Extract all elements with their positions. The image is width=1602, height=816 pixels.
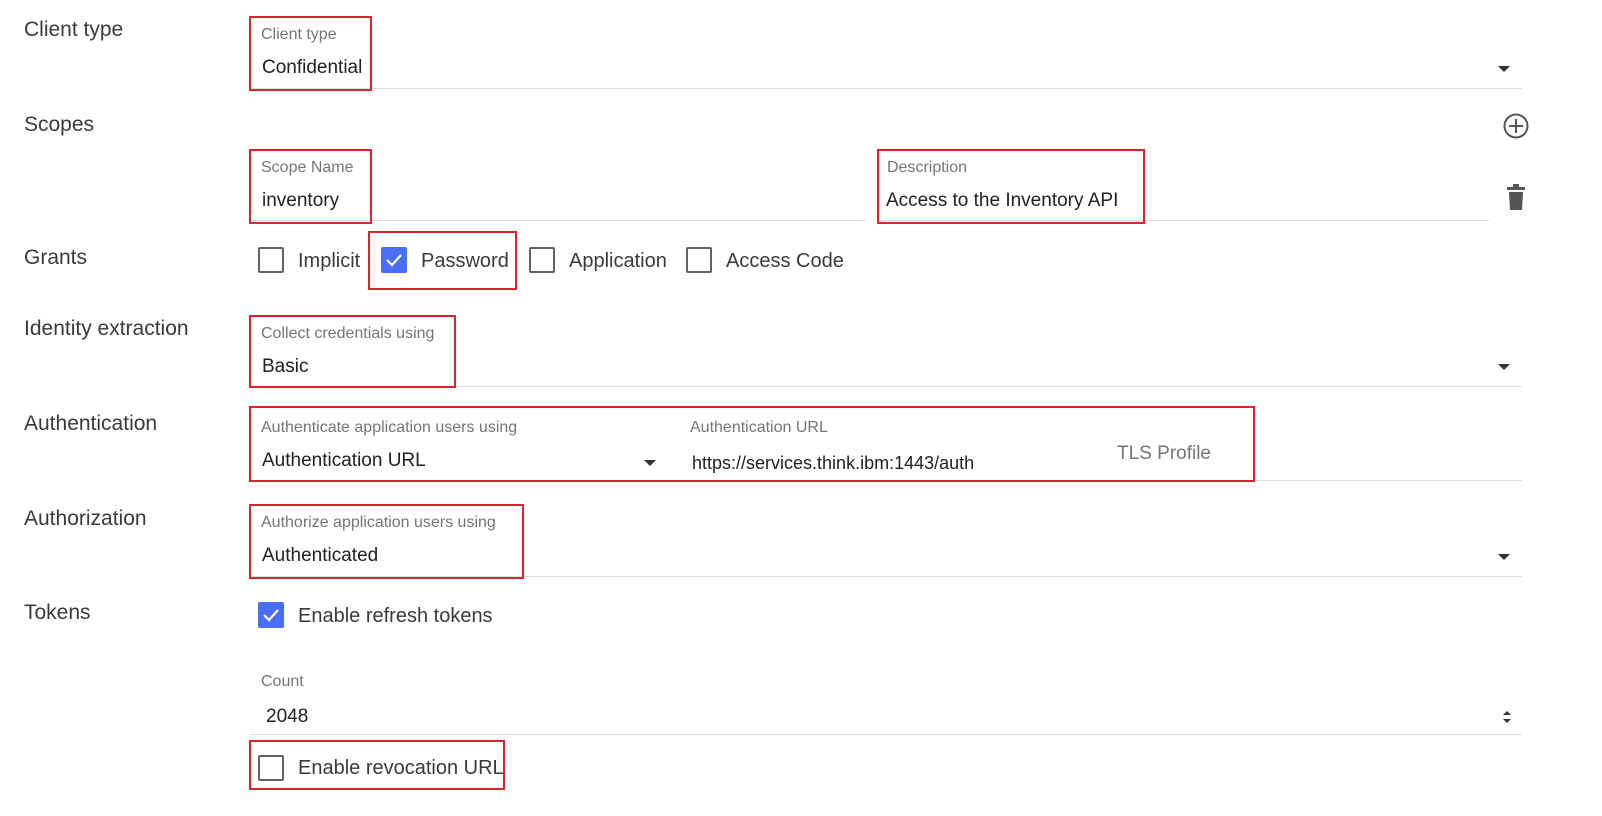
- authentication-method-label: Authenticate application users using: [261, 419, 518, 436]
- client-type-value: Confidential: [262, 57, 363, 78]
- authorization-label: Authorize application users using: [261, 514, 496, 531]
- grant-application-label[interactable]: Application: [569, 250, 667, 273]
- row-label-grants: Grants: [24, 246, 88, 269]
- row-label-identity-extraction: Identity extraction: [24, 317, 189, 340]
- enable-refresh-tokens-label[interactable]: Enable refresh tokens: [298, 605, 493, 628]
- number-stepper-icon[interactable]: [1501, 708, 1513, 726]
- authentication-url-underline: [680, 480, 1095, 481]
- token-count-value: 2048: [266, 706, 309, 727]
- authentication-method-value: Authentication URL: [262, 450, 426, 471]
- token-count-label: Count: [261, 673, 304, 690]
- token-count-input[interactable]: Count 2048: [250, 668, 1522, 736]
- row-label-client-type: Client type: [24, 18, 124, 41]
- checkmark-icon: [386, 254, 402, 267]
- delete-trash-icon[interactable]: [1505, 184, 1527, 212]
- grant-implicit-label[interactable]: Implicit: [298, 250, 360, 273]
- client-type-underline: [250, 88, 1522, 89]
- tls-profile-placeholder: TLS Profile: [1117, 443, 1211, 464]
- authentication-method-dropdown-caret-icon[interactable]: [644, 460, 656, 466]
- scope-name-value: inventory: [262, 190, 340, 211]
- scope-name-label: Scope Name: [261, 159, 354, 176]
- authorization-select[interactable]: Authorize application users using Authen…: [250, 505, 1522, 577]
- authorization-value: Authenticated: [262, 545, 379, 566]
- tls-profile-select[interactable]: TLS Profile: [1105, 410, 1522, 482]
- identity-extraction-underline: [250, 386, 1522, 387]
- enable-refresh-tokens-checkbox[interactable]: [258, 602, 284, 628]
- identity-extraction-select[interactable]: Collect credentials using Basic: [250, 316, 1522, 388]
- scope-description-underline: [877, 220, 1489, 221]
- authorization-underline: [250, 576, 1522, 577]
- enable-revocation-url-checkbox[interactable]: [258, 755, 284, 781]
- scope-name-underline: [250, 220, 866, 221]
- scope-name-input[interactable]: Scope Name inventory: [250, 150, 866, 222]
- authentication-method-select[interactable]: Authenticate application users using Aut…: [250, 410, 670, 482]
- grant-implicit-checkbox[interactable]: [258, 247, 284, 273]
- identity-extraction-value: Basic: [262, 356, 309, 377]
- grant-password-label[interactable]: Password: [421, 250, 509, 273]
- checkmark-icon: [263, 609, 279, 622]
- grant-application-checkbox[interactable]: [529, 247, 555, 273]
- identity-extraction-label: Collect credentials using: [261, 325, 435, 342]
- scope-description-label: Description: [887, 159, 968, 176]
- add-circle-icon[interactable]: [1501, 111, 1531, 141]
- grant-access-code-label[interactable]: Access Code: [726, 250, 844, 273]
- identity-extraction-dropdown-caret-icon[interactable]: [1498, 364, 1510, 370]
- row-label-scopes: Scopes: [24, 113, 95, 136]
- client-type-select[interactable]: Client type Confidential: [250, 18, 1522, 90]
- authorization-dropdown-caret-icon[interactable]: [1498, 554, 1510, 560]
- enable-revocation-url-label[interactable]: Enable revocation URL: [298, 757, 504, 780]
- authentication-url-value: https://services.think.ibm:1443/auth: [692, 453, 975, 473]
- grant-access-code-checkbox[interactable]: [686, 247, 712, 273]
- client-type-dropdown-caret-icon[interactable]: [1498, 66, 1510, 72]
- tls-profile-underline: [1105, 480, 1522, 481]
- scope-description-value: Access to the Inventory API: [886, 190, 1119, 211]
- grant-password-checkbox[interactable]: [381, 247, 407, 273]
- row-label-tokens: Tokens: [24, 601, 91, 624]
- authentication-method-underline: [250, 480, 670, 481]
- token-count-underline: [250, 734, 1522, 735]
- scope-description-input[interactable]: Description Access to the Inventory API: [877, 150, 1489, 222]
- authentication-url-label: Authentication URL: [690, 419, 828, 436]
- client-type-label: Client type: [261, 26, 337, 43]
- row-label-authentication: Authentication: [24, 412, 158, 435]
- authentication-url-input[interactable]: Authentication URL https://services.thin…: [680, 410, 1095, 482]
- row-label-authorization: Authorization: [24, 507, 147, 530]
